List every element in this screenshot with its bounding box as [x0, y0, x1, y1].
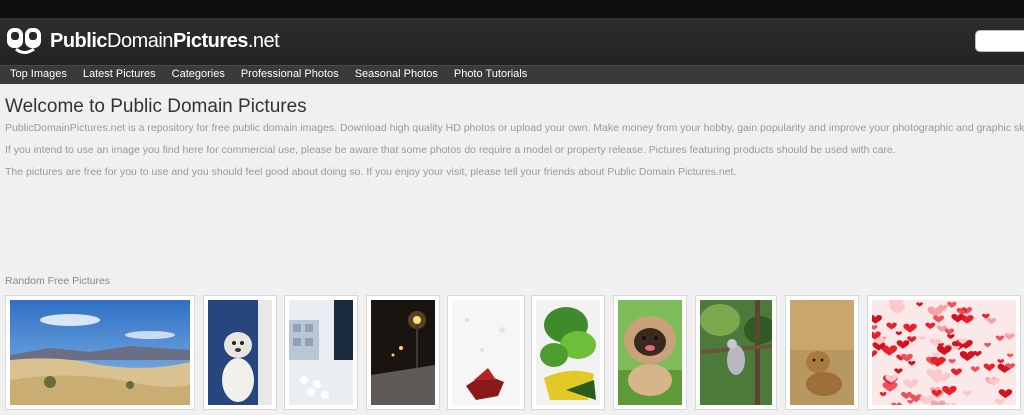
nav-item-top-images[interactable]: Top Images	[2, 66, 75, 83]
random-pictures-label: Random Free Pictures	[5, 275, 111, 287]
thumbnail-lab-dough[interactable]	[284, 295, 358, 410]
site-logo[interactable]: PublicDomainPictures.net	[6, 24, 280, 58]
thumbnail-green-leaves-cup[interactable]	[531, 295, 605, 410]
thumbnail-pekingese-dog[interactable]	[613, 295, 687, 410]
nav-item-latest-pictures[interactable]: Latest Pictures	[75, 66, 164, 83]
lion-cub-image	[790, 300, 854, 405]
thumbnail-dog-sitting[interactable]	[203, 295, 277, 410]
street-lamp-night-image	[371, 300, 435, 405]
nav-item-categories[interactable]: Categories	[164, 66, 233, 83]
main-nav: Top Images Latest Pictures Categories Pr…	[0, 65, 1024, 84]
search-input[interactable]	[975, 30, 1024, 52]
thumbnail-lion-cub[interactable]	[785, 295, 859, 410]
nav-item-seasonal-photos[interactable]: Seasonal Photos	[347, 66, 446, 83]
desert-dunes-image	[10, 300, 190, 405]
nav-item-photo-tutorials[interactable]: Photo Tutorials	[446, 66, 535, 83]
pdp-logo-icon	[7, 28, 41, 54]
lab-dough-image	[289, 300, 353, 405]
site-logo-text: PublicDomainPictures.net	[50, 29, 280, 52]
site-header: PublicDomainPictures.net	[0, 18, 1024, 65]
pekingese-dog-image	[618, 300, 682, 405]
welcome-section: Welcome to Public Domain Pictures Public…	[5, 96, 1024, 178]
intro-paragraph-2: If you intend to use an image you find h…	[5, 144, 896, 156]
poinsettia-snow-image	[452, 300, 520, 405]
browser-top-strip	[0, 0, 1024, 18]
thumbnail-poinsettia-snow[interactable]	[447, 295, 525, 410]
dog-sitting-image	[208, 300, 272, 405]
page-title: Welcome to Public Domain Pictures	[5, 96, 307, 117]
nav-item-professional-photos[interactable]: Professional Photos	[233, 66, 347, 83]
green-leaves-cup-image	[536, 300, 600, 405]
thumbnail-desert-dunes[interactable]	[5, 295, 195, 410]
thumbnail-street-lamp-night[interactable]	[366, 295, 440, 410]
thumbnail-hearts-pattern[interactable]	[867, 295, 1021, 410]
hearts-pattern-image	[872, 300, 1016, 405]
thumbnail-bird-branch[interactable]	[695, 295, 777, 410]
intro-paragraph-3: The pictures are free for you to use and…	[5, 166, 737, 178]
hearts-svg	[872, 300, 1016, 405]
bird-branch-image	[700, 300, 772, 405]
intro-paragraph-1: PublicDomainPictures.net is a repository…	[5, 122, 1024, 134]
